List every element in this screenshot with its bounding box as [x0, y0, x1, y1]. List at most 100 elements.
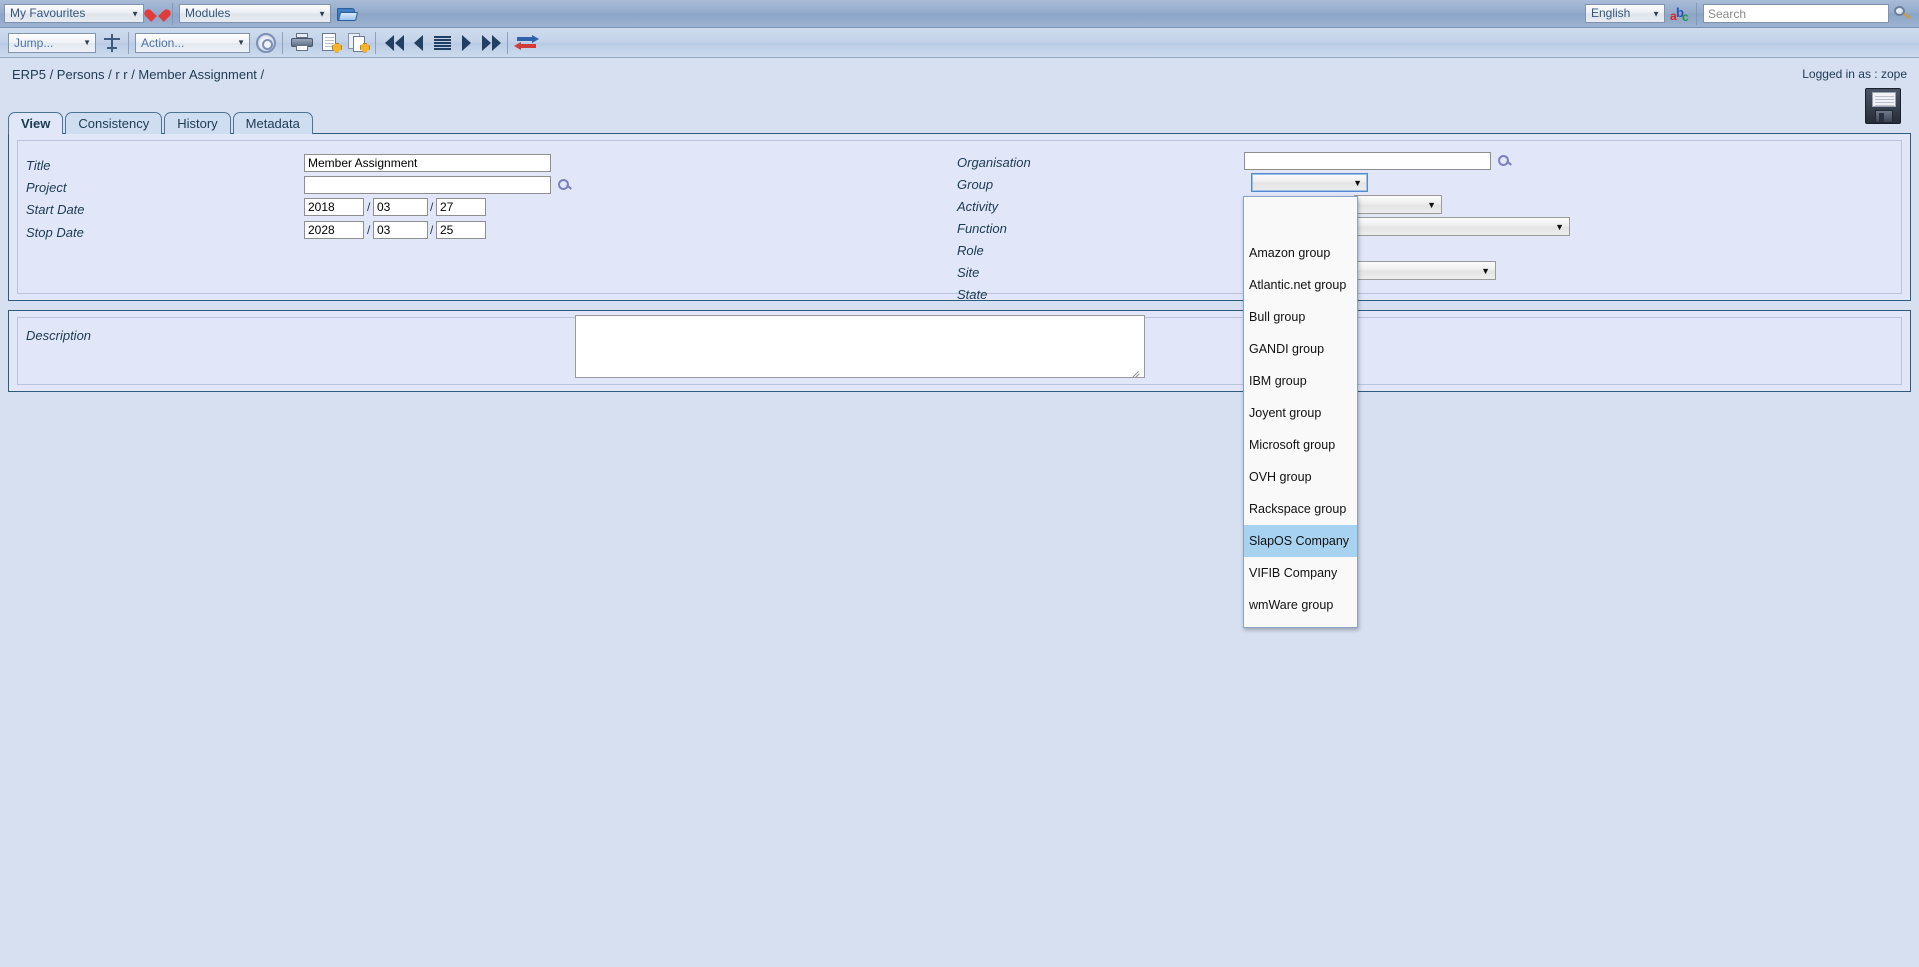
group-option[interactable]: wmWare group — [1244, 589, 1357, 621]
group-option[interactable]: IBM group — [1244, 365, 1357, 397]
chevron-down-icon: ▼ — [318, 9, 326, 18]
group-option[interactable] — [1244, 205, 1357, 237]
new-document-icon[interactable] — [322, 32, 342, 53]
tab-view[interactable]: View — [8, 112, 64, 134]
printer-icon[interactable] — [291, 33, 313, 52]
favourites-label: My Favourites — [10, 6, 86, 20]
tab-history[interactable]: History — [164, 112, 231, 134]
stop-date-label: Stop Date — [26, 225, 84, 240]
divider — [507, 31, 508, 54]
project-label: Project — [26, 180, 67, 195]
chevron-down-icon: ▼ — [83, 37, 91, 47]
tab-metadata[interactable]: Metadata — [232, 112, 313, 134]
function-label: Function — [957, 221, 1007, 236]
gear-icon[interactable] — [256, 32, 276, 53]
magnifier-icon[interactable] — [1893, 5, 1911, 22]
title-label: Title — [26, 158, 51, 173]
next-page-icon[interactable] — [462, 34, 471, 51]
site-label: Site — [957, 265, 980, 280]
modules-select[interactable]: Modules ▼ — [179, 4, 331, 23]
open-folder-icon[interactable] — [337, 6, 359, 22]
divider — [282, 31, 283, 54]
start-date-sep-1: / — [367, 200, 371, 214]
project-input[interactable] — [304, 176, 551, 194]
heart-icon[interactable] — [150, 6, 166, 21]
divider — [1696, 2, 1697, 25]
group-option[interactable]: OVH group — [1244, 461, 1357, 493]
floppy-save-icon — [1865, 88, 1901, 124]
stop-date-sep-2: / — [430, 223, 434, 237]
tab-consistency[interactable]: Consistency — [65, 112, 163, 134]
start-date-sep-2: / — [430, 200, 434, 214]
start-date-month[interactable] — [373, 198, 428, 216]
exchange-icon[interactable] — [514, 34, 539, 52]
action-select[interactable]: Action... ▼ — [135, 32, 250, 53]
group-option[interactable]: VIFIB Company — [1244, 557, 1357, 589]
group-dropdown-popup[interactable]: Amazon group Atlantic.net group Bull group… — [1243, 196, 1358, 628]
clone-document-icon[interactable] — [348, 32, 370, 53]
description-textarea[interactable] — [575, 315, 1145, 378]
language-select[interactable]: English ▼ — [1585, 4, 1665, 23]
divider — [128, 31, 129, 54]
activity-label: Activity — [957, 199, 999, 214]
organisation-label: Organisation — [957, 155, 1031, 170]
chevron-down-icon: ▼ — [237, 37, 245, 47]
stop-date-day[interactable] — [436, 221, 486, 239]
breadcrumb-path[interactable]: ERP5 / Persons / r r / Member Assignment… — [12, 67, 264, 82]
chevron-down-icon: ▼ — [131, 9, 139, 18]
chevron-down-icon: ▼ — [1427, 199, 1436, 210]
favourites-select[interactable]: My Favourites ▼ — [4, 4, 144, 23]
modules-label: Modules — [185, 6, 231, 20]
activity-select[interactable]: ▼ — [1354, 195, 1442, 214]
start-date-day[interactable] — [436, 198, 486, 216]
previous-page-icon[interactable] — [414, 34, 423, 51]
description-label: Description — [26, 328, 92, 343]
action-bar: Jump... ▼ Action... ▼ — [0, 28, 1919, 58]
save-button[interactable] — [1865, 88, 1901, 124]
state-label: State — [957, 287, 988, 302]
divider — [375, 31, 376, 54]
jump-select[interactable]: Jump... ▼ — [8, 32, 96, 53]
stop-date-month[interactable] — [373, 221, 428, 239]
organisation-input[interactable] — [1244, 152, 1491, 170]
function-select[interactable]: ▼ — [1354, 217, 1570, 236]
chevron-down-icon: ▼ — [1555, 221, 1564, 232]
abc-translate-icon[interactable]: abc — [1670, 5, 1690, 24]
top-bar: My Favourites ▼ Modules ▼ English ▼ abc — [0, 0, 1919, 28]
start-date-year[interactable] — [304, 198, 364, 216]
chevron-down-icon: ▼ — [1481, 265, 1490, 276]
group-option[interactable]: Amazon group — [1244, 237, 1357, 269]
tab-bar: View Consistency History Metadata — [8, 112, 315, 134]
first-page-icon[interactable] — [385, 34, 404, 51]
group-label: Group — [957, 177, 994, 192]
relation-field-icon[interactable] — [556, 177, 572, 192]
group-option[interactable]: Atlantic.net group — [1244, 269, 1357, 301]
group-option[interactable]: Rackspace group — [1244, 493, 1357, 525]
group-option[interactable]: Joyent group — [1244, 397, 1357, 429]
last-page-icon[interactable] — [482, 34, 501, 51]
chevron-down-icon: ▼ — [1353, 177, 1362, 188]
role-label: Role — [957, 243, 984, 258]
group-option[interactable]: SlapOS Company — [1244, 525, 1357, 557]
relation-field-icon[interactable] — [1496, 153, 1512, 168]
group-option[interactable]: Microsoft group — [1244, 429, 1357, 461]
stop-date-year[interactable] — [304, 221, 364, 239]
search-input[interactable] — [1703, 4, 1889, 23]
action-label: Action... — [141, 35, 185, 50]
title-input[interactable] — [304, 154, 551, 172]
group-select[interactable]: ▼ — [1251, 173, 1368, 192]
start-date-label: Start Date — [26, 202, 85, 217]
language-label: English — [1591, 6, 1631, 20]
group-option[interactable]: GANDI group — [1244, 333, 1357, 365]
chevron-down-icon: ▼ — [1652, 9, 1660, 18]
group-option[interactable]: Bull group — [1244, 301, 1357, 333]
main-form-panel: Title Project Start Date / / Stop Date /… — [8, 133, 1911, 302]
airplane-icon[interactable] — [102, 33, 122, 53]
site-select[interactable]: ▼ — [1354, 261, 1496, 280]
jump-label: Jump... — [14, 35, 54, 50]
breadcrumb: ERP5 / Persons / r r / Member Assignment… — [0, 59, 1919, 89]
logged-in-status: Logged in as : zope — [1802, 67, 1907, 81]
list-view-icon[interactable] — [434, 35, 451, 50]
stop-date-sep-1: / — [367, 223, 371, 237]
divider — [172, 2, 173, 25]
